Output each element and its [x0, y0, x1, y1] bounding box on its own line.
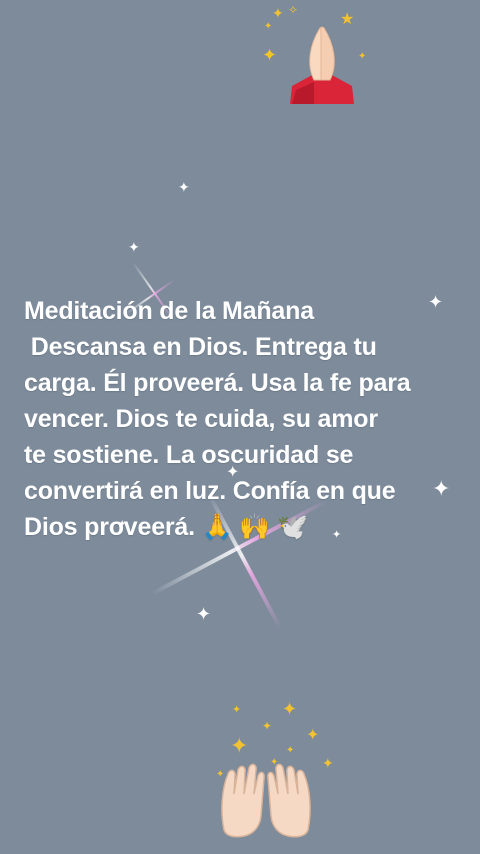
- gold-sparkle-icon: ✦: [286, 745, 295, 756]
- gold-sparkle-icon: ✦: [282, 699, 298, 719]
- gold-sparkle-icon: ✦: [322, 755, 334, 771]
- message-text: Meditación de la Mañana Descansa en Dios…: [24, 297, 411, 541]
- open-hands-icon: [218, 760, 314, 845]
- gold-sparkle-icon: ✦: [230, 733, 249, 758]
- sparkle-star-icon: ✦: [128, 239, 140, 255]
- gold-sparkle-icon: ✦: [262, 45, 278, 65]
- sparkle-star-icon: ✦: [196, 604, 212, 624]
- sparkle-star-icon: ✦: [178, 179, 190, 195]
- gold-sparkle-icon: ✧: [288, 3, 299, 17]
- gold-sparkle-icon: ✦: [264, 21, 273, 32]
- gold-sparkle-icon: ✦: [232, 704, 242, 716]
- praying-hands-icon: [284, 24, 360, 111]
- gold-sparkle-icon: ✦: [306, 727, 320, 744]
- gold-sparkle-icon: ✦: [262, 719, 273, 733]
- gold-sparkle-icon: ✦: [272, 5, 284, 21]
